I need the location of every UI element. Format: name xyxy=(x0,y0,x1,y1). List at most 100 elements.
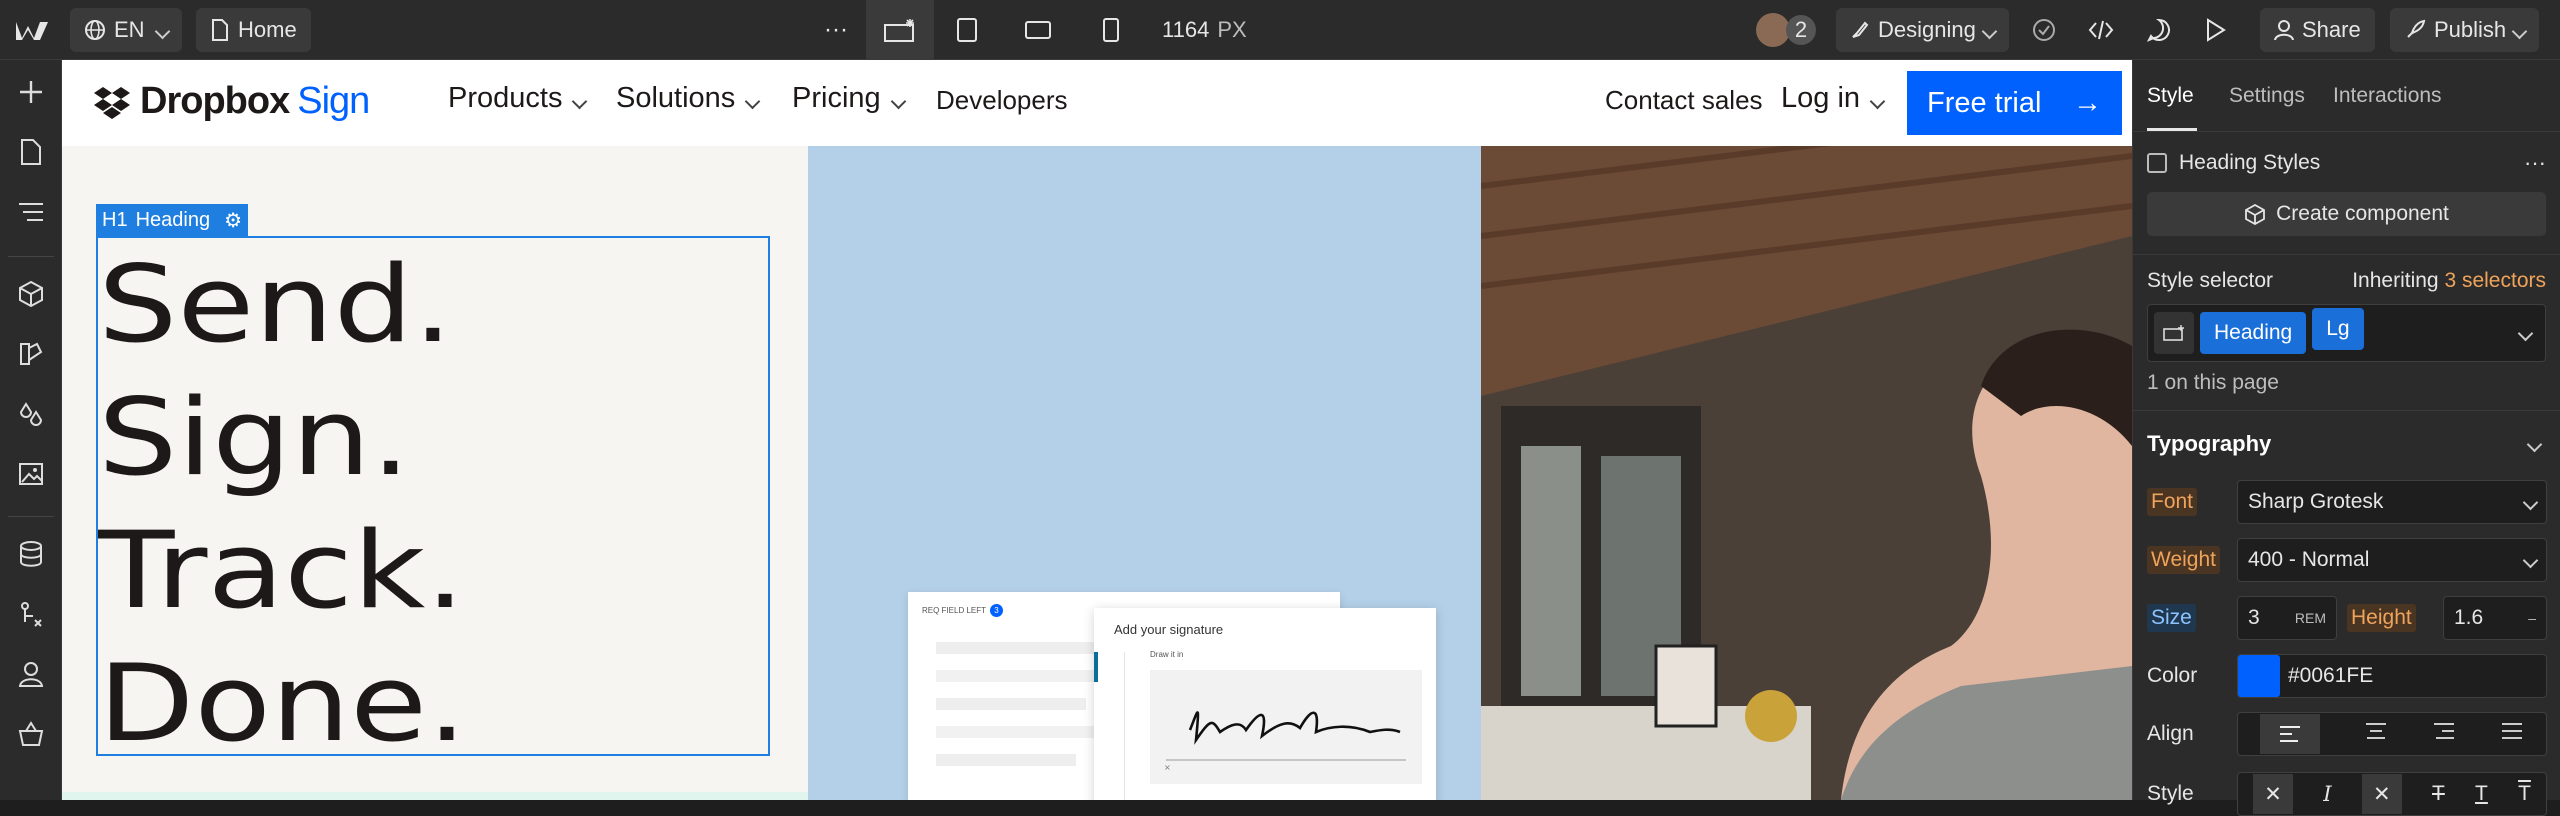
site-logo[interactable]: Dropbox Sign xyxy=(94,80,370,123)
placeholder-line xyxy=(936,670,1096,682)
tab-interactions[interactable]: Interactions xyxy=(2333,84,2442,108)
active-tab-indicator xyxy=(2147,128,2197,131)
add-elements-button[interactable] xyxy=(11,72,51,112)
components-button[interactable] xyxy=(11,274,51,314)
locale-switcher[interactable]: EN xyxy=(70,8,182,52)
italic-icon[interactable]: I xyxy=(2323,782,2331,806)
size-input[interactable]: 3 REM xyxy=(2237,596,2337,640)
navigator-button[interactable] xyxy=(11,192,51,232)
element-tag-label: Heading xyxy=(135,208,211,231)
checkbox[interactable] xyxy=(2147,153,2167,173)
page-switcher[interactable]: Home xyxy=(196,8,311,52)
inheriting-label: Inheriting xyxy=(2352,269,2439,292)
style-label: Style xyxy=(2147,782,2194,805)
create-component-button[interactable]: Create component xyxy=(2147,192,2546,236)
webflow-logo[interactable] xyxy=(14,8,50,52)
selector-field[interactable]: Heading Lg xyxy=(2147,304,2546,362)
chevron-down-icon xyxy=(1984,17,1995,43)
selector-chip-heading[interactable]: Heading xyxy=(2200,312,2307,354)
nav-item-developers[interactable]: Developers xyxy=(936,85,1068,116)
line-height-input[interactable]: 1.6 – xyxy=(2443,596,2547,640)
chevron-down-icon xyxy=(574,82,585,115)
site-navbar: Dropbox Sign Products Solutions Pricing … xyxy=(62,60,2132,146)
login-link[interactable]: Log in xyxy=(1781,82,1883,115)
preview-button[interactable] xyxy=(2204,8,2226,52)
nav-item-solutions[interactable]: Solutions xyxy=(616,82,758,115)
inheriting-text[interactable]: Inheriting 3 selectors xyxy=(2352,269,2546,293)
share-button[interactable]: Share xyxy=(2260,8,2375,52)
style-guide-button[interactable] xyxy=(11,334,51,374)
clear-decoration-icon[interactable]: ✕ xyxy=(2361,774,2402,814)
audit-button[interactable] xyxy=(2032,8,2056,52)
logic-button[interactable] xyxy=(11,594,51,634)
line-height-label: Height xyxy=(2347,604,2416,632)
breakpoint-desktop-button[interactable] xyxy=(866,0,934,60)
comment-icon xyxy=(2146,18,2170,42)
hero-heading[interactable]: Send. Sign. Track. Done. xyxy=(98,238,768,754)
cms-button[interactable] xyxy=(11,534,51,574)
modal-title: Add your signature xyxy=(1114,622,1224,637)
more-icon[interactable]: ··· xyxy=(2524,150,2546,176)
cube-icon xyxy=(19,280,43,308)
align-left-icon[interactable] xyxy=(2260,714,2320,754)
mode-label: Designing xyxy=(1878,17,1976,42)
tab-settings[interactable]: Settings xyxy=(2229,84,2305,108)
canvas-width-unit: PX xyxy=(1217,17,1247,42)
font-select[interactable]: Sharp Grotesk xyxy=(2237,480,2547,524)
align-justify-icon[interactable] xyxy=(2500,722,2524,746)
element-tag-level: H1 xyxy=(102,208,128,231)
nav-item-products[interactable]: Products xyxy=(448,82,585,115)
comments-button[interactable] xyxy=(2146,8,2172,52)
color-swatch[interactable] xyxy=(2238,655,2280,697)
align-right-icon[interactable] xyxy=(2432,722,2456,746)
tab-style[interactable]: Style xyxy=(2147,84,2194,108)
breakpoint-portrait-button[interactable] xyxy=(1102,8,1120,52)
strikethrough-icon[interactable]: T xyxy=(2432,782,2445,806)
check-circle-icon xyxy=(2033,19,2055,41)
variables-button[interactable] xyxy=(11,394,51,434)
weight-select[interactable]: 400 - Normal xyxy=(2237,538,2547,582)
chip-label: Lg xyxy=(2326,317,2350,340)
clear-icon[interactable]: ✕ xyxy=(2253,774,2294,814)
breakpoint-tablet-button[interactable] xyxy=(956,8,978,52)
selector-chip-lg[interactable]: Lg xyxy=(2312,308,2364,350)
align-buttons xyxy=(2237,712,2547,756)
badge-label: REQ FIELD LEFT xyxy=(922,606,987,615)
arrow-right-icon: → xyxy=(2073,86,2102,119)
more-options-button[interactable]: ··· xyxy=(824,8,848,52)
underline-icon[interactable]: T xyxy=(2475,782,2488,806)
contact-sales-link[interactable]: Contact sales xyxy=(1605,85,1763,116)
style-row: Style ✕ I ✕ T T T xyxy=(2147,772,2547,816)
chevron-down-icon xyxy=(1872,82,1883,115)
on-page-label: 1 on this page xyxy=(2147,371,2279,394)
image-icon xyxy=(19,463,43,485)
typography-section-header[interactable]: Typography xyxy=(2147,426,2546,462)
nav-item-pricing[interactable]: Pricing xyxy=(792,82,904,115)
color-input[interactable]: #0061FE xyxy=(2237,654,2547,698)
mode-switcher[interactable]: Designing xyxy=(1836,8,2009,52)
free-trial-button[interactable]: Free trial → xyxy=(1907,71,2122,135)
avatar xyxy=(1756,13,1790,47)
chevron-down-icon[interactable] xyxy=(2520,321,2531,345)
active-tab-marker xyxy=(1094,652,1098,682)
breakpoint-landscape-button[interactable] xyxy=(1024,8,1052,52)
align-center-icon[interactable] xyxy=(2364,722,2388,746)
overline-icon[interactable]: T xyxy=(2518,782,2531,806)
size-row: Size 3 REM Height 1.6 – xyxy=(2147,596,2547,640)
hero-heading-line: Send. xyxy=(98,243,453,366)
ecommerce-button[interactable] xyxy=(11,714,51,754)
gear-icon[interactable]: ⚙ xyxy=(224,208,242,233)
tab-label: Style xyxy=(2147,84,2194,107)
users-button[interactable] xyxy=(11,654,51,694)
hero-heading-line: Done. xyxy=(98,642,467,754)
brand-name: Dropbox xyxy=(140,80,290,122)
collaborators[interactable]: 2 xyxy=(1756,8,1816,52)
swatches-icon xyxy=(20,342,43,365)
share-label: Share xyxy=(2302,17,2361,42)
assets-button[interactable] xyxy=(11,454,51,494)
publish-button[interactable]: Publish xyxy=(2390,8,2540,52)
code-export-button[interactable] xyxy=(2088,8,2114,52)
selected-element-tag[interactable]: H1 Heading ⚙ xyxy=(96,204,249,236)
pages-button[interactable] xyxy=(11,132,51,172)
design-canvas[interactable]: Dropbox Sign Products Solutions Pricing … xyxy=(62,60,2132,800)
